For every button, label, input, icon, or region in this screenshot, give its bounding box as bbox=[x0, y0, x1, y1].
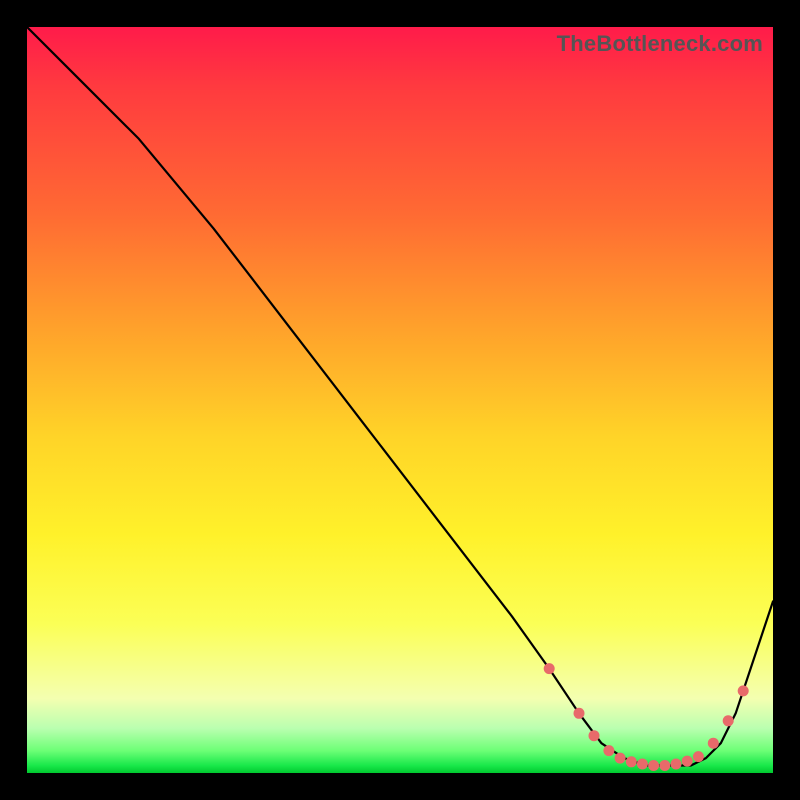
valley-dots-group bbox=[544, 663, 749, 771]
chart-frame: TheBottleneck.com bbox=[0, 0, 800, 800]
valley-dot bbox=[693, 751, 704, 762]
plot-area: TheBottleneck.com bbox=[27, 27, 773, 773]
valley-dot bbox=[723, 715, 734, 726]
valley-dot bbox=[544, 663, 555, 674]
valley-dot bbox=[637, 759, 648, 770]
valley-dot bbox=[708, 738, 719, 749]
bottleneck-curve bbox=[27, 27, 773, 766]
valley-dot bbox=[659, 760, 670, 771]
valley-dot bbox=[603, 745, 614, 756]
curve-svg bbox=[27, 27, 773, 773]
valley-dot bbox=[615, 753, 626, 764]
valley-dot bbox=[589, 730, 600, 741]
valley-dot bbox=[671, 759, 682, 770]
valley-dot bbox=[626, 756, 637, 767]
valley-dot bbox=[648, 760, 659, 771]
valley-dot bbox=[574, 708, 585, 719]
valley-dot bbox=[738, 685, 749, 696]
valley-dot bbox=[682, 756, 693, 767]
